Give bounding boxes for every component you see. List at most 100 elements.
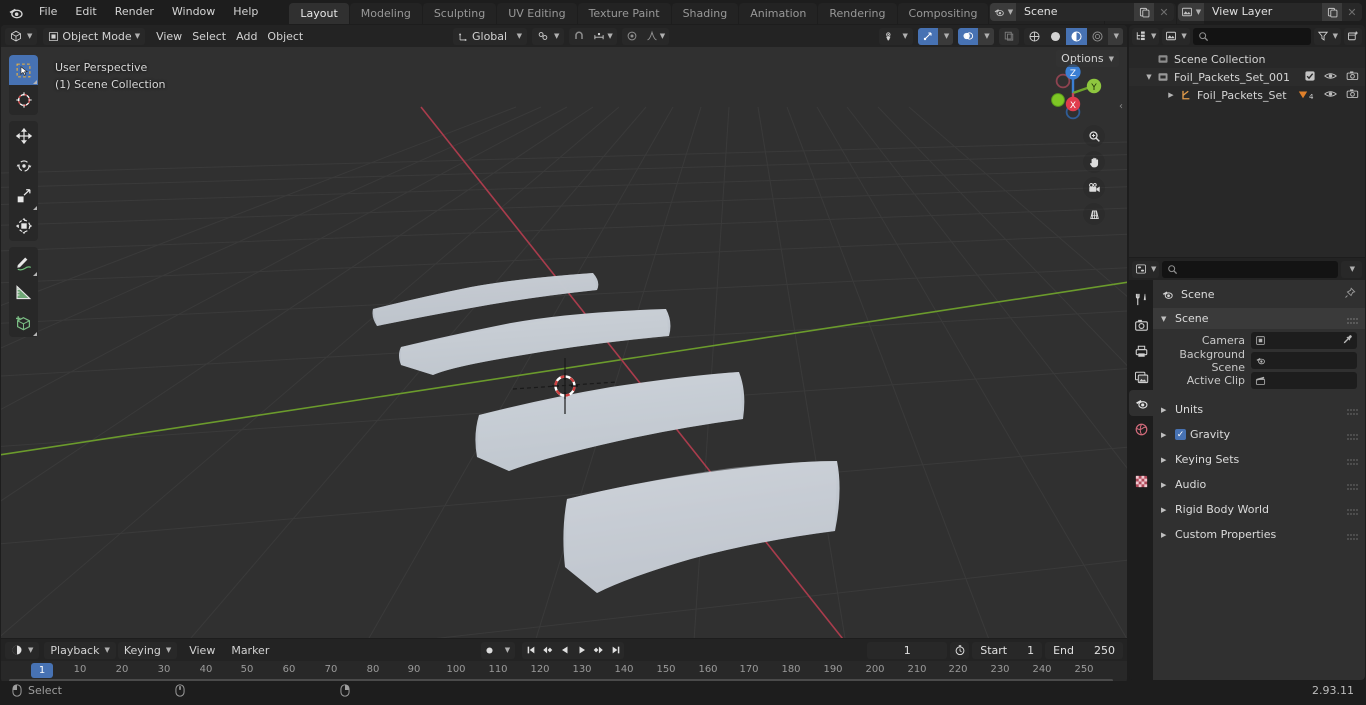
blender-logo-icon[interactable] [0,5,30,20]
show-gizmo-icon[interactable] [917,27,938,45]
proportional-editing-group[interactable]: ▼ [621,27,670,45]
stopwatch-icon[interactable] [950,641,970,659]
panel-rigid-body-world[interactable]: ▶ Rigid Body World [1153,499,1365,520]
unlink-scene-button[interactable]: ✕ [1154,3,1174,21]
outliner-display-icon[interactable]: ▼ [1132,27,1160,45]
record-icon[interactable] [481,642,498,659]
checkbox-icon[interactable] [1305,70,1315,84]
frame-end-field[interactable]: End 250 [1045,641,1123,659]
record-group[interactable]: ▼ [481,641,515,659]
add-cube-tool[interactable] [9,307,38,337]
shading-material-preview-icon[interactable] [1065,27,1087,45]
drag-grip-icon[interactable] [1347,531,1358,540]
magnet-icon[interactable] [569,28,589,45]
workspace-tab-sculpting[interactable]: Sculpting [422,3,497,24]
frame-start-field[interactable]: Start 1 [972,641,1043,659]
camera-view-icon[interactable] [1083,177,1105,199]
toggle-xray-icon[interactable] [998,27,1019,45]
next-keyframe-icon[interactable] [590,642,607,659]
pivot-point-selector[interactable]: ▼ [532,27,565,45]
timeline-menu-marker[interactable]: Marker [223,642,277,659]
gizmo-options-caret[interactable]: ▼ [937,27,954,45]
object-mode-selector[interactable]: Object Mode ▼ [43,27,146,45]
tab-world-icon[interactable] [1129,416,1153,442]
outliner-row-foil-packets-set[interactable]: ▶ Foil_Packets_Set 4 [1129,86,1365,104]
jump-end-icon[interactable] [607,642,624,659]
workspace-tab-rendering[interactable]: Rendering [818,3,897,24]
view-layer-selector[interactable]: ▼ View Layer ✕ [1178,3,1362,21]
outliner-row-foil-packets-set-001[interactable]: ▼ Foil_Packets_Set_001 [1129,68,1365,86]
workspace-tab-shading[interactable]: Shading [671,3,739,24]
gizmo-group[interactable]: ▼ [917,27,954,45]
outliner-search-input[interactable] [1192,27,1311,45]
transform-tool[interactable] [9,211,38,241]
timeline-playhead[interactable]: 1 [31,663,53,678]
remove-view-layer-button[interactable]: ✕ [1342,3,1362,21]
keying-menu[interactable]: Keying ▼ [117,641,178,659]
scene-selector[interactable]: ▼ Scene ✕ [990,3,1174,21]
prev-keyframe-icon[interactable] [539,642,556,659]
current-frame-field[interactable]: 1 [867,641,948,659]
workspace-tab-animation[interactable]: Animation [739,3,818,24]
play-icon[interactable] [573,642,590,659]
overlay-group[interactable]: ▼ [958,27,994,45]
collapse-arrow[interactable]: ▼ [1143,73,1155,81]
eye-icon[interactable] [1324,71,1337,84]
viewport-menu-view[interactable]: View [151,28,187,45]
outliner-row-scene-collection[interactable]: Scene Collection [1129,50,1365,68]
eyedropper-icon[interactable] [1342,334,1353,348]
options-button[interactable]: Options ▼ [1056,50,1119,67]
workspace-tab-texture-paint[interactable]: Texture Paint [577,3,671,24]
eye-icon[interactable] [1324,89,1337,102]
move-tool[interactable] [9,121,38,151]
workspace-tab-modeling[interactable]: Modeling [349,3,422,24]
drag-grip-icon[interactable] [1347,431,1358,440]
annotate-tool[interactable] [9,247,38,277]
shading-mode-group[interactable]: ▼ [1023,27,1123,45]
tab-view-layer-icon[interactable] [1129,364,1153,390]
properties-options-caret[interactable]: ▼ [1340,260,1362,278]
shading-solid-icon[interactable] [1045,28,1066,45]
menu-edit[interactable]: Edit [66,3,105,21]
workspace-tab-layout[interactable]: Layout [289,3,349,24]
xray-toggle[interactable] [998,27,1019,45]
scene-icon[interactable]: ▼ [990,3,1016,21]
show-overlays-icon[interactable] [958,27,979,45]
select-box-tool[interactable] [9,55,38,85]
modifier-icon[interactable]: 4 [1297,89,1313,101]
shading-options-caret[interactable]: ▼ [1107,27,1123,45]
viewport-menu-select[interactable]: Select [187,28,231,45]
zoom-icon[interactable] [1083,125,1105,147]
camera-icon[interactable] [1346,70,1359,84]
scene-name[interactable]: Scene [1016,3,1134,21]
overlay-options-caret[interactable]: ▼ [978,27,994,45]
menu-file[interactable]: File [30,3,66,21]
workspace-tab-compositing[interactable]: Compositing [897,3,989,24]
tab-tool-icon[interactable] [1129,286,1153,312]
panel-audio[interactable]: ▶ Audio [1153,474,1365,495]
object-visibility-selector[interactable]: ▼ [879,27,913,45]
viewport-menu-object[interactable]: Object [262,28,308,45]
rotate-tool[interactable] [9,151,38,181]
play-reverse-icon[interactable] [556,642,573,659]
panel-units[interactable]: ▶ Units [1153,399,1365,420]
transport-buttons[interactable] [522,641,624,659]
viewport-menu-add[interactable]: Add [231,28,262,45]
view-layer-icon[interactable]: ▼ [1178,3,1204,21]
properties-editor-icon[interactable]: ▼ [1132,260,1160,278]
jump-start-icon[interactable] [522,642,539,659]
menu-help[interactable]: Help [224,3,267,21]
snap-target-selector[interactable]: ▼ [589,28,616,45]
new-scene-button[interactable] [1134,3,1154,21]
measure-tool[interactable] [9,277,38,307]
cursor-tool[interactable] [9,85,38,115]
shading-rendered-icon[interactable] [1087,28,1108,45]
outliner-tree[interactable]: Scene Collection ▼ Foil_Packets_Set_001 [1129,47,1365,257]
new-view-layer-button[interactable] [1322,3,1342,21]
workspace-tab-uv-editing[interactable]: UV Editing [497,3,577,24]
view-layer-name[interactable]: View Layer [1204,3,1322,21]
new-collection-icon[interactable] [1344,27,1362,45]
proportional-edit-icon[interactable] [622,28,642,45]
timeline-editor-icon[interactable]: ▼ [5,641,40,659]
transform-orientation-selector[interactable]: Global ▼ [453,27,527,45]
